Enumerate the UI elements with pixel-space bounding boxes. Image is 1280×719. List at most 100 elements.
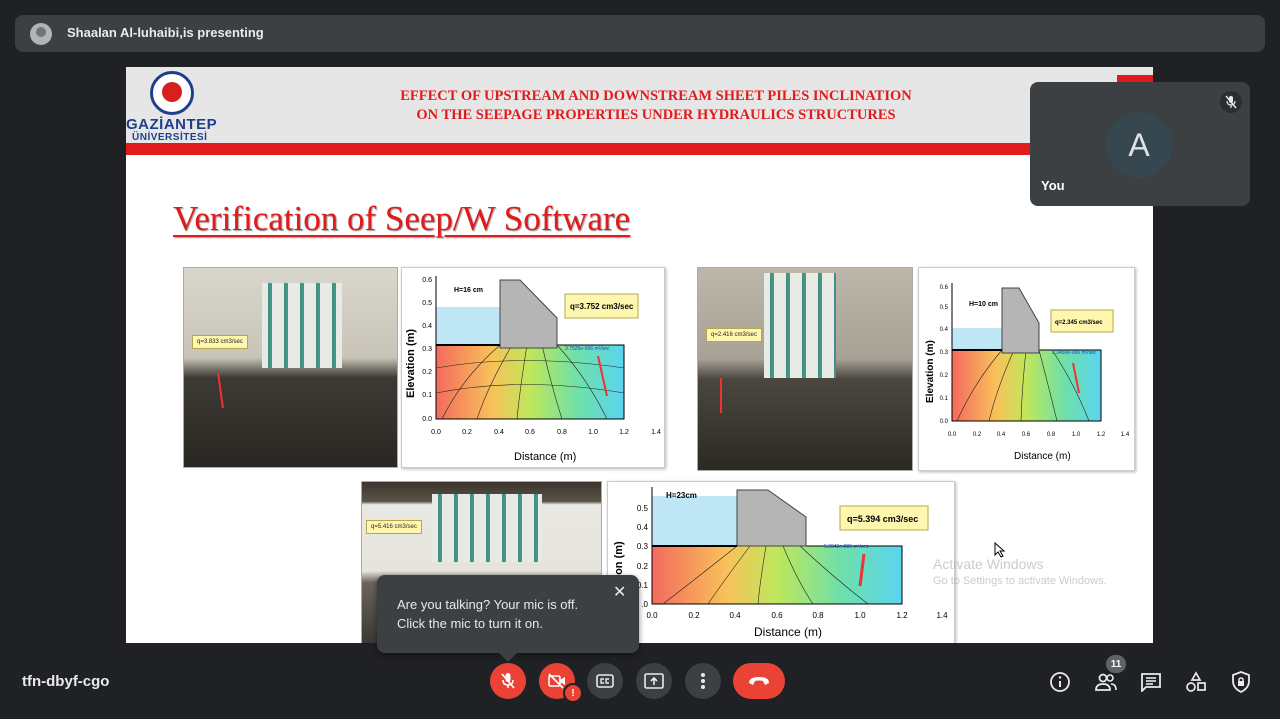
- svg-text:1.0: 1.0: [588, 429, 598, 436]
- closed-captions-icon: [596, 674, 614, 688]
- seepage-chart-1-svg: Elevation (m) Distance (m) H=16 cm q=3.7…: [405, 276, 661, 463]
- svg-text:0.4: 0.4: [997, 432, 1006, 438]
- svg-text:0.6: 0.6: [422, 277, 432, 284]
- svg-text:1.0: 1.0: [1072, 432, 1081, 438]
- svg-text:0.0: 0.0: [431, 429, 441, 436]
- dam-structure: [736, 489, 807, 547]
- logo-text-main: GAZİANTEP: [126, 116, 218, 133]
- svg-text:0.6: 0.6: [1022, 432, 1031, 438]
- seepage-chart-1: Elevation (m) Distance (m) H=16 cm q=3.7…: [401, 267, 665, 468]
- activation-watermark-title: Activate Windows: [933, 556, 1044, 572]
- experiment-photo-1: q=3.833 cm3/sec: [183, 267, 398, 468]
- svg-text:0.4: 0.4: [494, 429, 504, 436]
- mouse-cursor-icon: [994, 542, 1006, 558]
- photo-callout-3: q=5.416 cm3/sec: [366, 520, 422, 534]
- activities-button[interactable]: [1184, 670, 1208, 694]
- sheet-piles-image: [432, 494, 542, 562]
- chart-1-ylabel: Elevation (m): [405, 329, 417, 398]
- svg-text:0.0: 0.0: [940, 419, 949, 425]
- photo-callout-1: q=3.833 cm3/sec: [192, 335, 248, 349]
- water-region: [436, 307, 500, 345]
- svg-text:0.5: 0.5: [940, 305, 949, 311]
- svg-text:0.4: 0.4: [422, 323, 432, 330]
- slide-title-line2: ON THE SEEPAGE PROPERTIES UNDER HYDRAULI…: [416, 107, 896, 123]
- presenter-avatar: [30, 23, 52, 45]
- chart-2-xticks: 0.0 0.2 0.4 0.6 0.8 1.0 1.2 1.4: [948, 432, 1130, 438]
- present-screen-icon: [644, 673, 664, 689]
- seepage-chart-2: Elevation (m) Distance (m) H=10 cm q=2.3…: [918, 267, 1135, 471]
- info-icon: [1050, 672, 1070, 692]
- svg-text:0.2: 0.2: [422, 369, 432, 376]
- presenting-label: Shaalan Al-luhaibi,is presenting: [67, 25, 264, 40]
- sheet-piles-image: [262, 283, 342, 368]
- svg-text:0.4: 0.4: [637, 523, 649, 532]
- svg-text:0.2: 0.2: [462, 429, 472, 436]
- chart-1-head: H=16 cm: [454, 287, 483, 294]
- self-name-label: You: [1041, 178, 1065, 193]
- meeting-details-button[interactable]: [1048, 670, 1072, 694]
- chart-1-xticks: 0.0 0.2 0.4 0.6 0.8 1.0 1.2 1.4: [431, 429, 661, 436]
- hang-up-icon: [749, 677, 769, 685]
- participant-count-badge: 11: [1106, 655, 1126, 673]
- svg-text:0.5: 0.5: [422, 300, 432, 307]
- mic-off-tooltip: Are you talking? Your mic is off. Click …: [377, 575, 639, 662]
- self-mic-off-icon: [1220, 91, 1242, 113]
- svg-text:1.0: 1.0: [854, 611, 866, 620]
- chart-2-q: q=2.345 cm3/sec: [1055, 320, 1103, 326]
- chart-3-q: q=5.394 cm3/sec: [847, 514, 918, 524]
- people-button[interactable]: [1094, 670, 1118, 694]
- svg-text:0.0: 0.0: [948, 432, 957, 438]
- present-now-button[interactable]: [636, 663, 672, 699]
- captions-button[interactable]: [587, 663, 623, 699]
- chart-3-xticks: 0.0 0.2 0.4 0.6 0.8 1.0 1.2 1.4: [646, 611, 948, 620]
- activities-shapes-icon: [1186, 671, 1206, 692]
- camera-alert-badge: !: [563, 683, 583, 703]
- chart-2-yticks: 0.0 0.1 0.2 0.3 0.4 0.5 0.6: [940, 285, 949, 425]
- svg-text:1.2: 1.2: [1097, 432, 1106, 438]
- slide-title-line1: EFFECT OF UPSTREAM AND DOWNSTREAM SHEET …: [400, 88, 912, 104]
- svg-text:.0: .0: [641, 600, 648, 609]
- host-controls-button[interactable]: [1229, 670, 1253, 694]
- svg-text:1.4: 1.4: [651, 429, 661, 436]
- more-options-button[interactable]: [685, 663, 721, 699]
- self-video-tile[interactable]: A You: [1030, 82, 1250, 206]
- svg-text:0.1: 0.1: [422, 392, 432, 399]
- chart-3-flux: 5.3943e-006 m³/sec: [824, 544, 869, 550]
- logo-text-sub: ÜNİVERSİTESİ: [132, 132, 208, 143]
- shield-lock-icon: [1232, 671, 1250, 693]
- chart-1-yticks: 0.0 0.1 0.2 0.3 0.4 0.5 0.6: [422, 277, 432, 423]
- activation-watermark-hint: Go to Settings to activate Windows.: [933, 575, 1107, 587]
- dam-structure: [1001, 287, 1040, 354]
- chart-2-head: H=10 cm: [969, 301, 998, 308]
- chart-2-flux: 2.3450e-006 m³/sec: [1052, 350, 1097, 356]
- svg-text:0.1: 0.1: [940, 396, 949, 402]
- chart-2-xlabel: Distance (m): [1014, 451, 1071, 462]
- self-avatar: A: [1106, 112, 1172, 178]
- people-icon: [1095, 673, 1117, 691]
- svg-text:0.4: 0.4: [940, 327, 949, 333]
- mic-toggle-button[interactable]: [490, 663, 526, 699]
- slide-header: [126, 67, 1153, 143]
- flow-arrow: [217, 373, 224, 409]
- chart-1-q: q=3.752 cm3/sec: [570, 302, 634, 311]
- chart-1-xlabel: Distance (m): [514, 451, 576, 463]
- svg-text:0.0: 0.0: [422, 416, 432, 423]
- water-region: [652, 496, 737, 546]
- chart-1-flux: 3.7525e-006 m³/sec: [565, 346, 610, 352]
- tooltip-message-line1: Are you talking? Your mic is off.: [397, 597, 579, 612]
- tooltip-close-button[interactable]: ✕: [613, 582, 626, 602]
- chat-button[interactable]: [1139, 670, 1163, 694]
- svg-text:1.4: 1.4: [1121, 432, 1130, 438]
- svg-text:0.3: 0.3: [637, 542, 649, 551]
- svg-text:1.2: 1.2: [896, 611, 908, 620]
- svg-text:0.8: 0.8: [557, 429, 567, 436]
- water-region: [952, 328, 1002, 350]
- slide-header-stripe: [126, 143, 1153, 155]
- svg-text:0.3: 0.3: [940, 350, 949, 356]
- seepage-chart-2-svg: Elevation (m) Distance (m) H=10 cm q=2.3…: [925, 283, 1130, 462]
- more-vertical-icon: [701, 673, 705, 689]
- presenting-bar[interactable]: Shaalan Al-luhaibi,is presenting: [15, 15, 1265, 52]
- university-logo: GAZİANTEP ÜNİVERSİTESİ: [126, 69, 222, 145]
- svg-text:0.8: 0.8: [1047, 432, 1056, 438]
- leave-call-button[interactable]: [733, 663, 785, 699]
